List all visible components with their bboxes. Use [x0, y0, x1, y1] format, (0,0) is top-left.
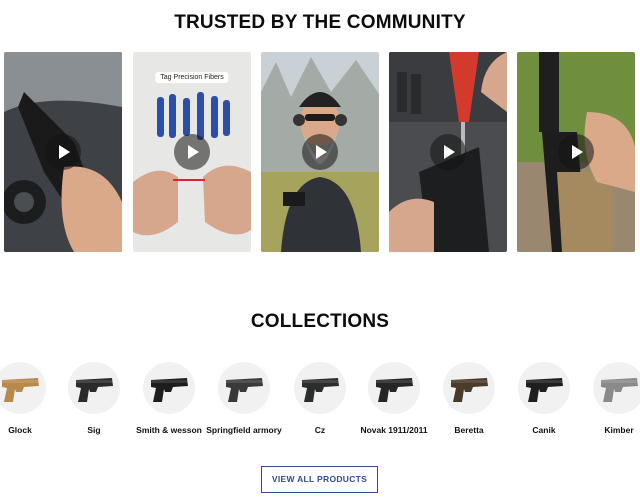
community-video-carousel: Tag Precision Fibers: [4, 52, 640, 252]
collection-thumbnail: [68, 362, 120, 414]
community-video-card-2[interactable]: Tag Precision Fibers: [133, 52, 251, 252]
community-video-card-1[interactable]: [4, 52, 122, 252]
collection-item[interactable]: Kimber: [581, 362, 640, 436]
view-all-products-button[interactable]: VIEW ALL PRODUCTS: [261, 466, 378, 493]
collection-label: Smith & wesson: [136, 425, 202, 435]
collection-label: Cz: [314, 425, 326, 435]
collection-item[interactable]: Glock: [0, 362, 58, 436]
pistol-icon: [526, 378, 563, 402]
play-icon[interactable]: [302, 134, 338, 170]
collection-item[interactable]: Springfield armory: [206, 362, 282, 436]
community-video-card-3[interactable]: [261, 52, 379, 252]
play-icon[interactable]: [45, 134, 81, 170]
collections-carousel: Glock Sig Smith & wesson Springfield armory…: [0, 362, 640, 452]
collection-thumbnail: [294, 362, 346, 414]
collection-thumbnail: [518, 362, 570, 414]
pistol-icon: [451, 378, 488, 402]
video-overlay-caption: Tag Precision Fibers: [155, 72, 229, 83]
collection-item[interactable]: Smith & wesson: [131, 362, 207, 436]
collection-label: Glock: [8, 425, 32, 435]
collection-item[interactable]: Novak 1911/2011: [356, 362, 432, 436]
pistol-icon: [2, 378, 39, 402]
collection-thumbnail: [593, 362, 640, 414]
collection-label: Canik: [532, 425, 556, 435]
community-video-card-4[interactable]: [389, 52, 507, 252]
play-icon[interactable]: [430, 134, 466, 170]
collections-section-title: COLLECTIONS: [250, 311, 390, 332]
pistol-icon: [151, 378, 188, 402]
collection-thumbnail: [0, 362, 46, 414]
play-icon[interactable]: [174, 134, 210, 170]
collection-item[interactable]: Canik: [506, 362, 582, 436]
collection-item[interactable]: Sig: [56, 362, 132, 436]
collection-label: Kimber: [604, 425, 634, 435]
collection-label: Novak 1911/2011: [360, 425, 428, 435]
collection-item[interactable]: Beretta: [431, 362, 507, 436]
collection-item[interactable]: Cz: [282, 362, 358, 436]
collection-label: Beretta: [454, 425, 484, 435]
pistol-icon: [76, 378, 113, 402]
pistol-icon: [601, 378, 638, 402]
pistol-icon: [376, 378, 413, 402]
pistol-icon: [302, 378, 339, 402]
community-video-card-5[interactable]: [517, 52, 635, 252]
collection-label: Sig: [87, 425, 101, 435]
collection-thumbnail: [368, 362, 420, 414]
collection-thumbnail: [143, 362, 195, 414]
play-icon[interactable]: [558, 134, 594, 170]
collection-label: Springfield armory: [206, 425, 282, 435]
collection-thumbnail: [218, 362, 270, 414]
community-section-title: TRUSTED BY THE COMMUNITY: [174, 12, 466, 33]
collection-thumbnail: [443, 362, 495, 414]
pistol-icon: [226, 378, 263, 402]
